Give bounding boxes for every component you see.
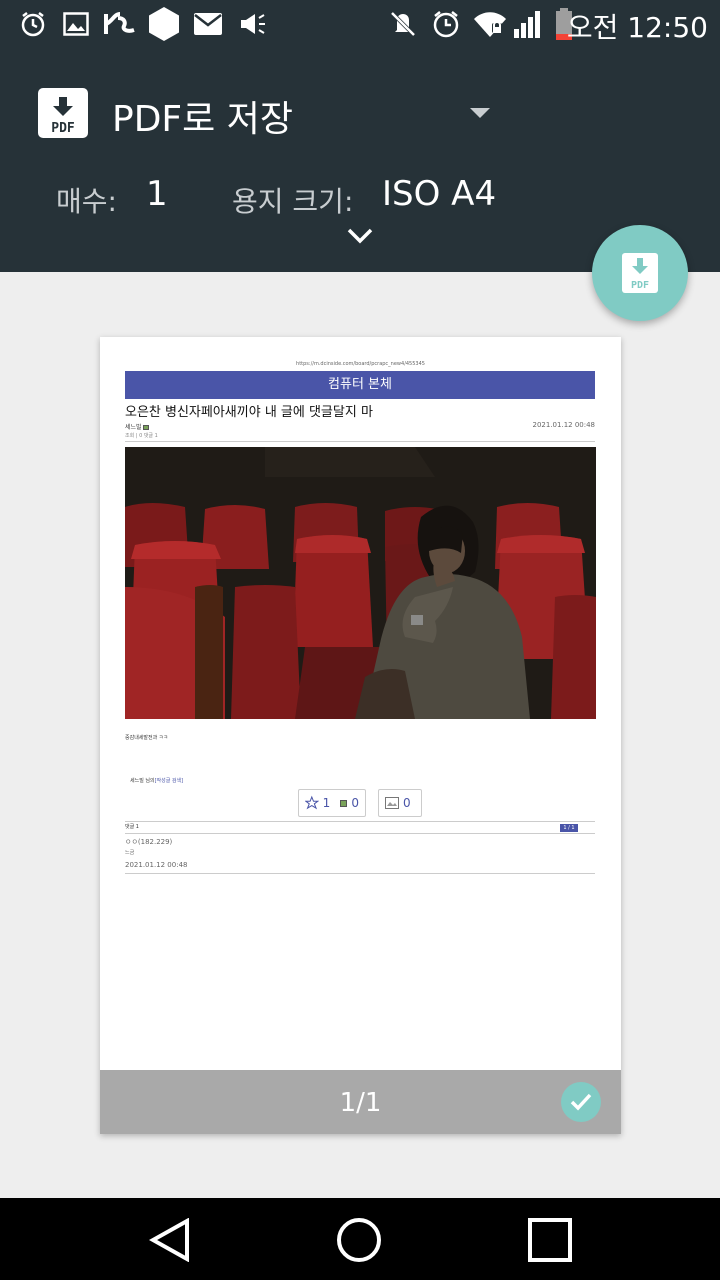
pdf-file-icon: PDF bbox=[38, 88, 88, 138]
alarm-icon bbox=[18, 8, 48, 40]
svg-text:PDF: PDF bbox=[51, 121, 75, 136]
comments-label: 댓글 1 bbox=[125, 824, 139, 830]
board-name-bar: 컴퓨터 본체 bbox=[125, 371, 595, 399]
vote-fixed-count: 0 bbox=[351, 796, 359, 810]
image-icon bbox=[62, 8, 90, 40]
dropdown-arrow-icon[interactable] bbox=[470, 108, 490, 118]
comment-date: 2021.01.12 00:48 bbox=[125, 861, 188, 869]
vote-up-count: 1 bbox=[322, 796, 331, 810]
copies-label: 매수: bbox=[56, 185, 117, 218]
post-photo bbox=[125, 447, 596, 719]
paper-size-label: 용지 크기: bbox=[232, 185, 354, 218]
pdf-download-icon: PDF bbox=[622, 253, 658, 293]
page-footer: 1/1 bbox=[100, 1070, 621, 1134]
page-number: 1/1 bbox=[339, 1088, 382, 1118]
hexagon-icon bbox=[146, 7, 182, 41]
fixed-vote-icon bbox=[340, 799, 348, 807]
comment-author: ㅇㅇ(182.229) bbox=[125, 838, 173, 846]
page-preview[interactable]: https://m.dcinside.com/board/pcrapc_new4… bbox=[100, 337, 621, 1134]
author-name: 세느빌 bbox=[125, 424, 142, 431]
wifi-icon bbox=[472, 8, 508, 40]
divider bbox=[125, 821, 595, 822]
home-icon[interactable] bbox=[335, 1216, 383, 1264]
signal-icon bbox=[512, 8, 542, 40]
page-url: https://m.dcinside.com/board/pcrapc_new4… bbox=[296, 361, 425, 367]
vote-image-count: 0 bbox=[403, 796, 411, 810]
chevron-down-icon[interactable] bbox=[346, 226, 374, 246]
mute-icon bbox=[388, 8, 418, 40]
signature-text: 세느빌 님의 bbox=[130, 778, 155, 784]
check-icon[interactable] bbox=[561, 1082, 601, 1122]
post-views: 조회 | 0 댓글 1 bbox=[125, 433, 158, 439]
search-posts-link[interactable]: [작성글 검색] bbox=[155, 778, 184, 784]
post-body: 중감내세발전과 ㅋㅋ bbox=[125, 735, 168, 741]
back-icon[interactable] bbox=[146, 1216, 194, 1264]
megaphone-icon bbox=[238, 8, 268, 40]
divider bbox=[125, 873, 595, 874]
post-title: 오은찬 병신자페아새끼야 내 글에 댓글달지 마 bbox=[125, 405, 373, 420]
comment-pager[interactable]: 1 / 1 bbox=[560, 824, 578, 832]
author-badge-icon bbox=[143, 425, 150, 430]
star-icon bbox=[305, 795, 319, 810]
printer-select[interactable]: PDF로 저장 bbox=[112, 90, 293, 142]
post-date: 2021.01.12 00:48 bbox=[532, 421, 595, 429]
vote-image-box[interactable]: 0 bbox=[378, 789, 422, 817]
post-author: 세느빌 bbox=[125, 422, 150, 431]
status-clock: 오전 12:50 bbox=[566, 11, 708, 44]
save-pdf-button[interactable]: PDF bbox=[592, 225, 688, 321]
recents-icon[interactable] bbox=[526, 1216, 574, 1264]
copies-value[interactable]: 1 bbox=[146, 174, 168, 214]
carrier-icon bbox=[102, 8, 138, 40]
vote-up-box[interactable]: 1 0 bbox=[298, 789, 366, 817]
divider bbox=[125, 441, 595, 442]
navigation-bar bbox=[0, 1198, 720, 1280]
mail-icon bbox=[192, 8, 224, 40]
alarm-clock-icon bbox=[430, 8, 462, 40]
comment-text: 느금 bbox=[125, 850, 135, 856]
status-bar: 오전 12:50 bbox=[0, 0, 720, 48]
post-signature: 세느빌 님의[작성글 검색] bbox=[130, 777, 183, 784]
broken-image-icon bbox=[385, 797, 399, 809]
divider bbox=[125, 833, 595, 834]
paper-size-value[interactable]: ISO A4 bbox=[382, 174, 496, 214]
svg-text:PDF: PDF bbox=[631, 280, 649, 291]
